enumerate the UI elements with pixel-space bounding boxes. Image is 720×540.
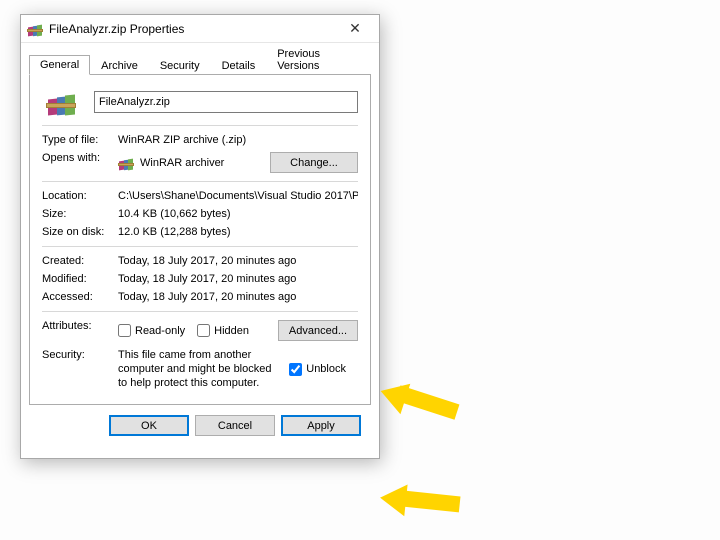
properties-dialog: FileAnalyzr.zip Properties ✕ General Arc… (20, 14, 380, 459)
label-size-on-disk: Size on disk: (42, 226, 118, 238)
row-modified: Modified: Today, 18 July 2017, 20 minute… (42, 273, 358, 285)
tab-security[interactable]: Security (149, 56, 211, 75)
close-icon: ✕ (349, 20, 361, 37)
client-area: General Archive Security Details Previou… (21, 43, 379, 458)
read-only-input[interactable] (118, 324, 131, 337)
value-size: 10.4 KB (10,662 bytes) (118, 208, 358, 220)
titlebar: FileAnalyzr.zip Properties ✕ (21, 15, 379, 43)
general-panel: Type of file: WinRAR ZIP archive (.zip) … (29, 75, 371, 405)
checkbox-hidden[interactable]: Hidden (197, 324, 249, 337)
checkbox-read-only[interactable]: Read-only (118, 324, 185, 337)
value-size-on-disk: 12.0 KB (12,288 bytes) (118, 226, 358, 238)
checkbox-unblock[interactable]: Unblock (289, 363, 346, 376)
ok-button[interactable]: OK (109, 415, 189, 436)
row-security: Security: This file came from another co… (42, 349, 358, 390)
label-opens-with: Opens with: (42, 152, 118, 173)
winrar-small-icon (118, 155, 134, 171)
tab-details[interactable]: Details (211, 56, 267, 75)
tab-general[interactable]: General (29, 55, 90, 75)
cancel-button[interactable]: Cancel (195, 415, 275, 436)
filename-input[interactable] (94, 91, 358, 113)
value-created: Today, 18 July 2017, 20 minutes ago (118, 255, 358, 267)
row-location: Location: C:\Users\Shane\Documents\Visua… (42, 190, 358, 202)
row-size-on-disk: Size on disk: 12.0 KB (12,288 bytes) (42, 226, 358, 238)
unblock-input[interactable] (289, 363, 302, 376)
label-type-of-file: Type of file: (42, 134, 118, 146)
label-modified: Modified: (42, 273, 118, 285)
value-location: C:\Users\Shane\Documents\Visual Studio 2… (118, 190, 358, 202)
label-accessed: Accessed: (42, 291, 118, 303)
label-attributes: Attributes: (42, 320, 118, 341)
apply-button[interactable]: Apply (281, 415, 361, 436)
label-location: Location: (42, 190, 118, 202)
hidden-label: Hidden (214, 325, 249, 337)
change-button[interactable]: Change... (270, 152, 358, 173)
row-created: Created: Today, 18 July 2017, 20 minutes… (42, 255, 358, 267)
tabstrip: General Archive Security Details Previou… (29, 53, 371, 75)
read-only-label: Read-only (135, 325, 185, 337)
filename-row (42, 87, 358, 117)
value-accessed: Today, 18 July 2017, 20 minutes ago (118, 291, 358, 303)
winrar-icon (27, 21, 43, 37)
hidden-input[interactable] (197, 324, 210, 337)
row-opens-with: Opens with: WinRAR archiver Change... (42, 152, 358, 173)
tab-previous-versions[interactable]: Previous Versions (266, 44, 371, 75)
label-size: Size: (42, 208, 118, 220)
value-type-of-file: WinRAR ZIP archive (.zip) (118, 134, 358, 146)
dialog-footer: OK Cancel Apply (29, 405, 371, 448)
label-created: Created: (42, 255, 118, 267)
row-size: Size: 10.4 KB (10,662 bytes) (42, 208, 358, 220)
row-type-of-file: Type of file: WinRAR ZIP archive (.zip) (42, 134, 358, 146)
row-accessed: Accessed: Today, 18 July 2017, 20 minute… (42, 291, 358, 303)
close-button[interactable]: ✕ (335, 17, 375, 41)
tab-archive[interactable]: Archive (90, 56, 149, 75)
window-title: FileAnalyzr.zip Properties (49, 22, 335, 36)
security-text: This file came from another computer and… (118, 349, 289, 390)
advanced-button[interactable]: Advanced... (278, 320, 358, 341)
file-icon (46, 87, 80, 117)
value-opens-with: WinRAR archiver (140, 157, 270, 169)
value-modified: Today, 18 July 2017, 20 minutes ago (118, 273, 358, 285)
row-attributes: Attributes: Read-only Hidden Advanced... (42, 320, 358, 341)
label-security: Security: (42, 349, 118, 390)
unblock-label: Unblock (306, 363, 346, 375)
